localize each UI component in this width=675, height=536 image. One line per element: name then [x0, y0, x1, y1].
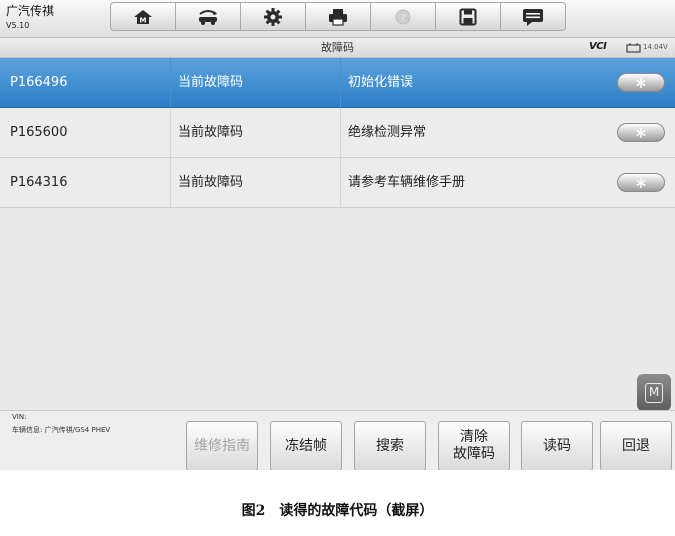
snowflake-icon — [636, 127, 646, 138]
dtc-code: P164316 — [10, 175, 68, 190]
figure-caption: 图2 读得的故障代码（截屏） — [241, 503, 434, 519]
floating-menu-button[interactable]: M — [637, 374, 671, 411]
snowflake-icon — [636, 177, 646, 188]
menu-m-icon: M — [645, 382, 663, 403]
settings-button[interactable] — [240, 2, 306, 31]
toolbar: M ? — [110, 2, 566, 31]
message-button[interactable] — [500, 2, 566, 31]
clear-codes-button[interactable]: 清除 故障码 — [438, 421, 510, 470]
screen-title: 故障码 — [321, 41, 354, 54]
clear-codes-label-line1: 清除 — [460, 429, 488, 445]
diagnostic-screen: 广汽传祺 V5.10 M ? 故障码 VCI 14.04V P166496 当前… — [0, 0, 675, 470]
home-icon: M — [134, 9, 152, 24]
dtc-help-button[interactable] — [617, 73, 665, 92]
top-bar: 广汽传祺 V5.10 M ? — [0, 0, 675, 38]
dtc-description: 初始化错误 — [348, 75, 414, 90]
bottom-bar: VIN: 车辆信息: 广汽传祺/GS4 PHEV 维修指南 冻结帧 搜索 清除 … — [0, 410, 675, 470]
save-icon — [459, 8, 477, 25]
table-row[interactable]: P166496 当前故障码 初始化错误 — [0, 58, 675, 108]
sub-bar: 故障码 VCI 14.04V — [0, 38, 675, 58]
printer-icon — [329, 8, 347, 26]
battery-icon — [626, 43, 641, 53]
home-button[interactable]: M — [110, 2, 176, 31]
dtc-description: 绝缘检测异常 — [348, 125, 427, 140]
table-row[interactable]: P164316 当前故障码 请参考车辆维修手册 — [0, 158, 675, 208]
vehicle-info: 车辆信息: 广汽传祺/GS4 PHEV — [12, 426, 111, 434]
dtc-status: 当前故障码 — [178, 175, 244, 190]
dtc-table: P166496 当前故障码 初始化错误 P165600 当前故障码 绝缘检测异常 — [0, 58, 675, 208]
message-icon — [523, 8, 543, 26]
vehicle-swap-icon — [199, 9, 217, 25]
help-icon: ? — [395, 9, 411, 24]
back-button[interactable]: 回退 — [600, 421, 672, 470]
save-button[interactable] — [435, 2, 501, 31]
dtc-code: P165600 — [10, 125, 68, 140]
clear-codes-label-line2: 故障码 — [453, 446, 495, 462]
gear-icon — [264, 7, 282, 26]
print-button[interactable] — [305, 2, 371, 31]
vci-badge: VCI — [589, 41, 607, 52]
snowflake-icon — [636, 77, 646, 88]
search-button[interactable]: 搜索 — [354, 421, 426, 470]
freeze-frame-button[interactable]: 冻结帧 — [270, 421, 342, 470]
app-version: V5.10 — [6, 21, 30, 30]
repair-guide-button[interactable]: 维修指南 — [186, 421, 258, 470]
dtc-status: 当前故障码 — [178, 75, 244, 90]
voltage-readout: 14.04V — [643, 43, 668, 51]
dtc-help-button[interactable] — [617, 173, 665, 192]
vehicle-swap-button[interactable] — [175, 2, 241, 31]
help-button: ? — [370, 2, 436, 31]
svg-text:?: ? — [401, 13, 406, 23]
dtc-status: 当前故障码 — [178, 125, 244, 140]
vin-label: VIN: — [12, 413, 27, 421]
app-title: 广汽传祺 — [6, 4, 55, 18]
svg-text:M: M — [140, 16, 147, 24]
dtc-help-button[interactable] — [617, 123, 665, 142]
dtc-description: 请参考车辆维修手册 — [348, 175, 466, 190]
read-codes-button[interactable]: 读码 — [521, 421, 593, 470]
dtc-code: P166496 — [10, 75, 68, 90]
table-row[interactable]: P165600 当前故障码 绝缘检测异常 — [0, 108, 675, 158]
